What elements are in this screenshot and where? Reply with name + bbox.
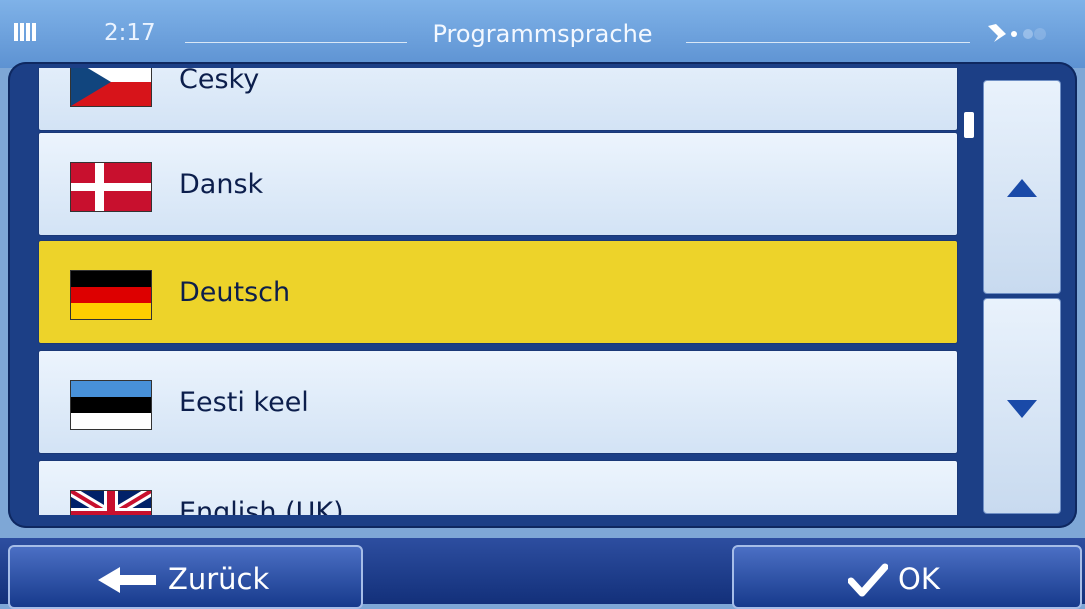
language-item-eesti[interactable]: Eesti keel — [38, 350, 958, 454]
scroll-down-button[interactable] — [983, 298, 1061, 514]
language-label: Česky — [179, 68, 260, 95]
checkmark-icon — [848, 563, 888, 597]
language-label: Eesti keel — [179, 387, 309, 418]
scrollbar-thumb[interactable] — [964, 112, 974, 138]
language-item-dansk[interactable]: Dansk — [38, 132, 958, 236]
german-flag-icon — [71, 271, 151, 319]
scroll-up-button[interactable] — [983, 80, 1061, 294]
arrow-up-icon — [1007, 179, 1037, 197]
uk-flag-icon — [71, 491, 151, 515]
language-label: Dansk — [179, 169, 264, 200]
ok-button[interactable]: OK — [732, 545, 1082, 609]
screen-title: Programmsprache — [432, 20, 653, 48]
czech-flag-icon — [71, 68, 151, 106]
language-label: English (UK) — [179, 497, 344, 515]
language-item-english-uk[interactable]: English (UK) — [38, 460, 958, 515]
estonian-flag-icon — [71, 381, 151, 429]
language-list: Česky Dansk Deutsch Eesti keel English (… — [38, 68, 958, 515]
gps-satellite-icon — [988, 24, 1046, 42]
language-item-cesky[interactable]: Česky — [38, 68, 958, 131]
status-bar: 2:17 Programmsprache — [0, 0, 1085, 68]
back-button[interactable]: Zurück — [8, 545, 363, 609]
back-button-label: Zurück — [168, 562, 270, 596]
ok-button-label: OK — [898, 562, 940, 596]
danish-flag-icon — [71, 163, 151, 211]
arrow-left-icon — [98, 567, 156, 593]
title-divider-right — [686, 42, 970, 43]
scrollbar-track[interactable] — [962, 112, 974, 492]
arrow-down-icon — [1007, 400, 1037, 418]
language-label: Deutsch — [179, 277, 291, 308]
language-item-deutsch[interactable]: Deutsch — [38, 240, 958, 344]
